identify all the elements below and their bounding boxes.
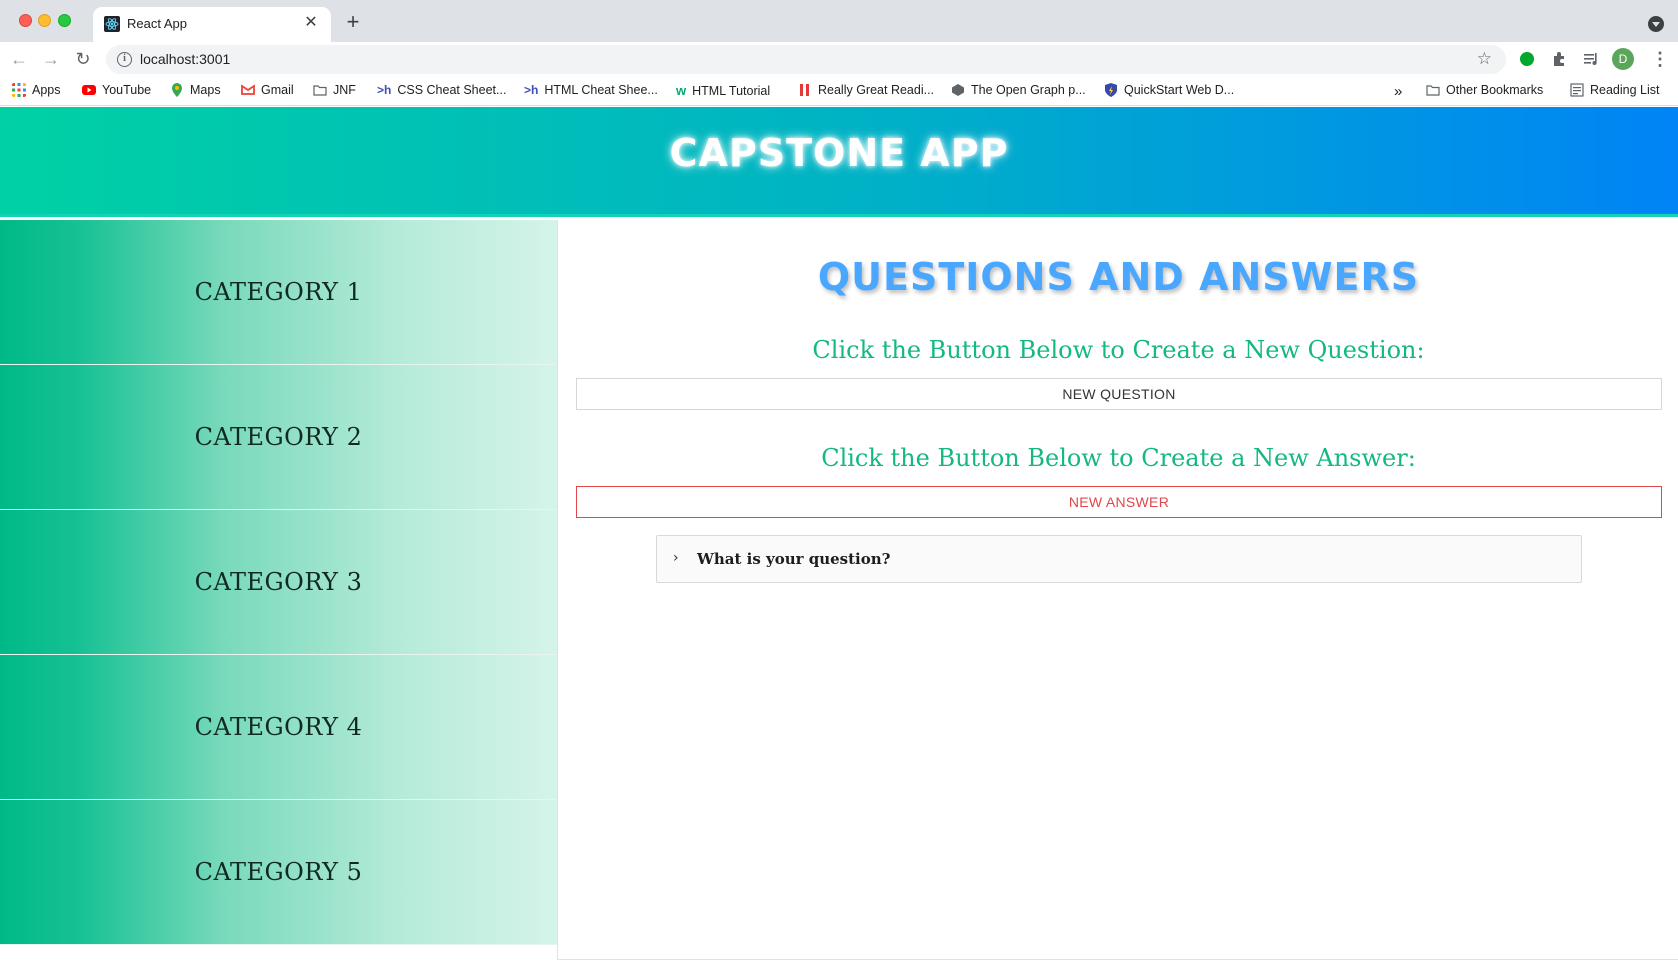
youtube-icon bbox=[82, 85, 96, 95]
browser-tab[interactable]: React App ✕ bbox=[93, 7, 331, 42]
bookmark-star-icon[interactable]: ☆ bbox=[1477, 49, 1492, 69]
apps-grid-icon bbox=[12, 83, 26, 97]
new-tab-button[interactable]: + bbox=[342, 11, 364, 34]
new-answer-prompt: Click the Button Below to Create a New A… bbox=[821, 444, 1416, 472]
reading-list[interactable]: Reading List bbox=[1570, 83, 1660, 97]
bookmarks-bar: Apps YouTube Maps Gmail JNF >h CSS Cheat… bbox=[0, 76, 1678, 106]
forward-icon[interactable]: → bbox=[40, 48, 62, 70]
category-label: CATEGORY 3 bbox=[194, 568, 363, 596]
site-info-icon[interactable]: i bbox=[117, 52, 132, 67]
bookmark-label: YouTube bbox=[102, 83, 152, 97]
app-title: CAPSTONE APP bbox=[669, 131, 1009, 175]
bookmark-css-cheat-sheet[interactable]: >h CSS Cheat Sheet... bbox=[377, 83, 506, 97]
question-accordion[interactable]: › What is your question? bbox=[656, 535, 1582, 583]
sidebar-item-category-4[interactable]: CATEGORY 4 bbox=[0, 655, 557, 800]
bookmark-apps[interactable]: Apps bbox=[12, 83, 61, 97]
accordion-label: What is your question? bbox=[697, 550, 891, 568]
app-header: CAPSTONE APP bbox=[0, 107, 1678, 217]
browser-toolbar: ← → ↻ i localhost:3001 ☆ D ⋮ bbox=[0, 42, 1678, 76]
bookmark-label: CSS Cheat Sheet... bbox=[397, 83, 507, 97]
folder-icon bbox=[1426, 85, 1440, 96]
reload-icon[interactable]: ↻ bbox=[72, 48, 94, 70]
bookmark-label: Maps bbox=[190, 83, 221, 97]
media-controls-icon[interactable] bbox=[1582, 50, 1600, 68]
gmail-icon bbox=[241, 84, 255, 95]
tab-search-icon[interactable] bbox=[1648, 16, 1664, 32]
url-text[interactable]: localhost:3001 bbox=[140, 51, 230, 67]
bookmark-label: Reading List bbox=[1590, 83, 1660, 97]
reading-list-icon bbox=[1570, 83, 1584, 97]
bookmark-gmail[interactable]: Gmail bbox=[241, 83, 294, 97]
browser-tab-bar: React App ✕ + bbox=[0, 0, 1678, 42]
new-answer-button[interactable]: NEW ANSWER bbox=[576, 486, 1662, 518]
qa-panel: QUESTIONS AND ANSWERS Click the Button B… bbox=[557, 220, 1678, 960]
sidebar-item-category-3[interactable]: CATEGORY 3 bbox=[0, 510, 557, 655]
new-question-button[interactable]: NEW QUESTION bbox=[576, 378, 1662, 410]
sidebar-item-category-2[interactable]: CATEGORY 2 bbox=[0, 365, 557, 510]
sidebar-item-category-5[interactable]: CATEGORY 5 bbox=[0, 800, 557, 945]
folder-icon bbox=[313, 85, 327, 96]
w3schools-icon: w bbox=[676, 83, 687, 98]
bookmark-label: JNF bbox=[333, 83, 356, 97]
bookmark-other-bookmarks[interactable]: Other Bookmarks bbox=[1426, 83, 1543, 97]
category-sidebar: CATEGORY 1 CATEGORY 2 CATEGORY 3 CATEGOR… bbox=[0, 220, 557, 945]
bookmark-label: QuickStart Web D... bbox=[1124, 83, 1235, 97]
zoom-window-button[interactable] bbox=[58, 14, 71, 27]
minimize-window-button[interactable] bbox=[38, 14, 51, 27]
close-tab-icon[interactable]: ✕ bbox=[301, 13, 321, 33]
bookmarks-overflow-icon[interactable]: » bbox=[1394, 83, 1402, 100]
profile-avatar[interactable]: D bbox=[1612, 48, 1634, 70]
back-icon[interactable]: ← bbox=[8, 48, 30, 70]
bookmark-label: Other Bookmarks bbox=[1446, 83, 1544, 97]
bookmark-open-graph[interactable]: The Open Graph p... bbox=[951, 83, 1086, 97]
bars-icon bbox=[800, 84, 809, 96]
bookmark-label: The Open Graph p... bbox=[971, 83, 1086, 97]
sidebar-item-category-1[interactable]: CATEGORY 1 bbox=[0, 220, 557, 365]
bookmark-html-tutorial[interactable]: w HTML Tutorial bbox=[676, 83, 770, 98]
page-title: QUESTIONS AND ANSWERS bbox=[817, 255, 1420, 299]
hackr-icon: >h bbox=[377, 83, 392, 97]
bookmark-label: Gmail bbox=[261, 83, 294, 97]
tab-title: React App bbox=[127, 16, 187, 31]
maps-pin-icon bbox=[172, 83, 182, 97]
bookmark-quickstart[interactable]: QuickStart Web D... bbox=[1104, 83, 1234, 97]
bookmark-label: Really Great Readi... bbox=[818, 83, 935, 97]
bookmark-label: HTML Tutorial bbox=[692, 83, 771, 98]
bookmark-jnf-folder[interactable]: JNF bbox=[313, 83, 356, 97]
extensions-puzzle-icon[interactable] bbox=[1550, 50, 1568, 68]
shield-icon bbox=[1105, 83, 1117, 97]
hackr-icon: >h bbox=[524, 83, 539, 97]
bookmark-really-great-reading[interactable]: Really Great Readi... bbox=[798, 83, 934, 97]
bookmark-maps[interactable]: Maps bbox=[170, 83, 221, 97]
category-label: CATEGORY 1 bbox=[194, 278, 363, 306]
category-label: CATEGORY 2 bbox=[194, 423, 363, 451]
browser-menu-icon[interactable]: ⋮ bbox=[1651, 50, 1669, 68]
bookmark-label: HTML Cheat Shee... bbox=[544, 83, 658, 97]
bookmark-label: Apps bbox=[32, 83, 61, 97]
bookmark-youtube[interactable]: YouTube bbox=[82, 83, 151, 97]
category-label: CATEGORY 5 bbox=[194, 858, 363, 886]
evernote-extension-icon[interactable] bbox=[1518, 50, 1536, 68]
opengraph-icon bbox=[952, 84, 964, 96]
close-window-button[interactable] bbox=[19, 14, 32, 27]
chevron-right-icon: › bbox=[673, 550, 679, 566]
new-question-prompt: Click the Button Below to Create a New Q… bbox=[812, 336, 1425, 364]
bookmark-html-cheat-sheet[interactable]: >h HTML Cheat Shee... bbox=[524, 83, 658, 97]
category-label: CATEGORY 4 bbox=[194, 713, 363, 741]
react-icon bbox=[104, 16, 120, 32]
address-bar[interactable]: i localhost:3001 ☆ bbox=[106, 45, 1506, 74]
